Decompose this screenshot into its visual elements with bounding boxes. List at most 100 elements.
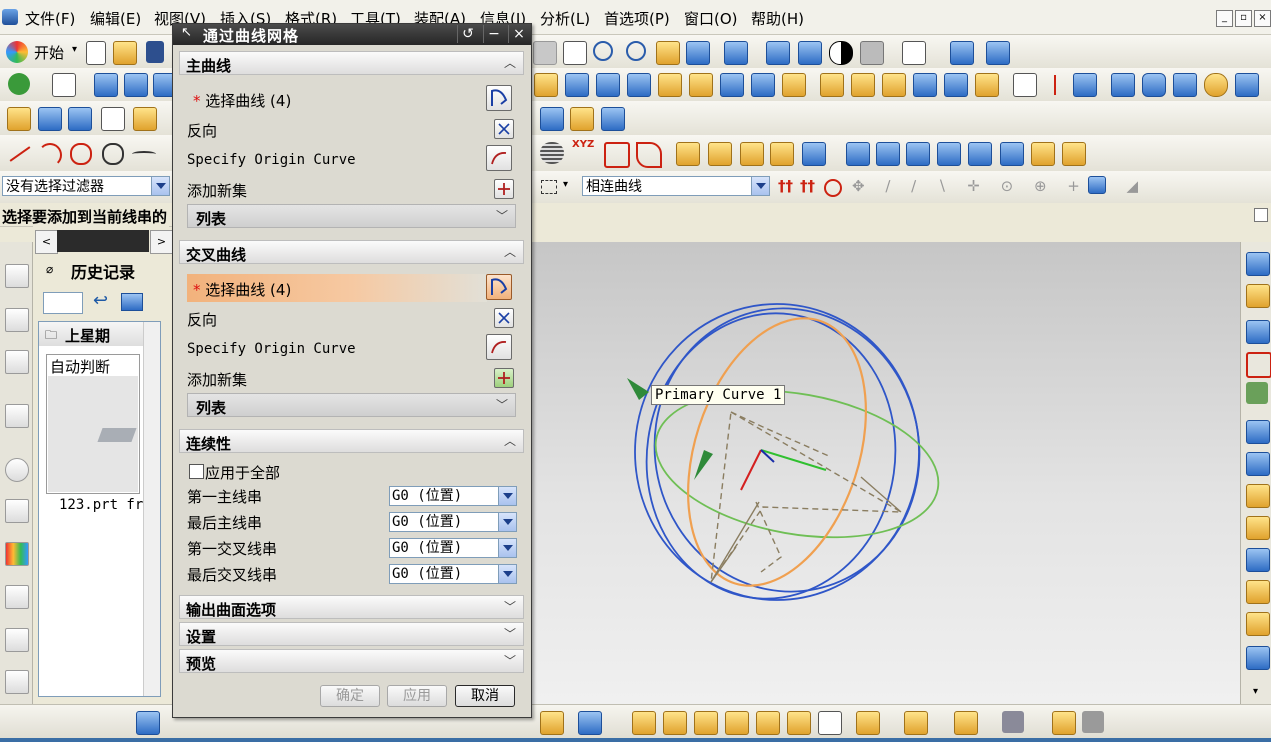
model-view[interactable] — [531, 242, 1240, 704]
zoom-window-icon[interactable] — [563, 41, 587, 65]
cube-icon[interactable] — [601, 107, 625, 131]
sketch-icon[interactable] — [52, 73, 76, 97]
history-scrollbar[interactable] — [143, 322, 160, 696]
dialog-titlebar[interactable]: ↖ 通过曲线网格 ↺ − × — [173, 24, 531, 45]
contrast-icon[interactable] — [829, 41, 853, 65]
rectangle-icon[interactable] — [1013, 73, 1037, 97]
add-new-set-icon[interactable] — [494, 368, 514, 388]
rotate-icon[interactable] — [626, 41, 646, 61]
pattern-icon[interactable] — [820, 73, 844, 97]
continuity-header[interactable]: 连续性 ︿ — [179, 429, 524, 453]
extension-icon[interactable] — [1246, 452, 1270, 476]
display-icon[interactable] — [38, 107, 62, 131]
section-icon[interactable] — [846, 142, 870, 166]
reflection-icon[interactable] — [756, 711, 780, 735]
color-box-icon[interactable] — [902, 41, 926, 65]
mirror-icon[interactable] — [851, 73, 875, 97]
examine-icon[interactable] — [818, 711, 842, 735]
stop-at-intersection-icon[interactable]: †† — [778, 177, 793, 195]
chevron-down-icon[interactable]: ▾ — [563, 179, 568, 190]
assembly-navigator-icon[interactable] — [5, 264, 29, 288]
point-icon[interactable] — [102, 143, 124, 165]
dialog-close-icon[interactable]: × — [508, 25, 529, 43]
chamfer-icon[interactable] — [689, 73, 713, 97]
scroll-right-icon[interactable]: > — [150, 230, 173, 254]
render-icon[interactable] — [1002, 711, 1024, 733]
datum-icon[interactable] — [94, 73, 118, 97]
component-icon[interactable] — [986, 41, 1010, 65]
menu-edit[interactable]: 编辑(E) — [90, 8, 141, 29]
save-icon[interactable] — [146, 41, 164, 63]
zoom-icon[interactable] — [593, 41, 613, 61]
silhouette-icon[interactable] — [906, 142, 930, 166]
hole-icon[interactable] — [534, 73, 558, 97]
primary-select-curve-row[interactable]: * 选择曲线 (4) — [187, 85, 487, 113]
trim-icon[interactable] — [782, 73, 806, 97]
patch-icon[interactable] — [1246, 580, 1270, 604]
xyz-icon[interactable]: XYZ — [572, 139, 594, 150]
first-primary-dropdown[interactable]: G0 (位置) — [389, 486, 517, 506]
section-analysis-icon[interactable] — [725, 711, 749, 735]
apply-button[interactable]: 应用 — [387, 685, 447, 707]
circle-icon[interactable] — [70, 143, 92, 165]
first-cross-dropdown[interactable]: G0 (位置) — [389, 538, 517, 558]
edit-object-icon[interactable] — [133, 107, 157, 131]
thicken-icon[interactable] — [975, 73, 999, 97]
web-browser-icon[interactable] — [5, 404, 29, 428]
explode-icon[interactable] — [954, 711, 978, 735]
follow-fillet-icon[interactable]: †† — [800, 177, 815, 195]
extend-icon[interactable] — [1000, 142, 1024, 166]
box-icon[interactable] — [1111, 73, 1135, 97]
cross-curves-header[interactable]: 交叉曲线 ︿ — [179, 240, 524, 264]
view-orient-icon[interactable] — [686, 41, 710, 65]
history-item[interactable]: 自动判断 — [46, 354, 140, 494]
type-filter-dropdown[interactable]: 没有选择过滤器 — [2, 176, 170, 196]
blend-icon[interactable] — [658, 73, 682, 97]
sew-icon[interactable] — [1246, 548, 1270, 572]
roles-user-icon[interactable] — [5, 628, 29, 652]
snap-icon[interactable] — [8, 73, 30, 95]
reverse-direction-icon[interactable] — [494, 308, 514, 328]
quilt-icon[interactable] — [1246, 612, 1270, 636]
offset-curve-icon[interactable] — [604, 142, 630, 168]
ok-button[interactable]: 确定 — [320, 685, 380, 707]
surface-tool-icon[interactable] — [1246, 252, 1270, 276]
trim-sheet-icon[interactable] — [1246, 516, 1270, 540]
open-folder-icon[interactable] — [113, 41, 137, 65]
stack-icon[interactable] — [570, 107, 594, 131]
cross-select-curve-row[interactable]: * 选择曲线 (4) — [187, 274, 487, 302]
block-icon[interactable] — [565, 73, 589, 97]
screen-icon[interactable] — [68, 107, 92, 131]
origin-curve-icon[interactable] — [486, 145, 512, 171]
menu-window[interactable]: 窗口(O) — [684, 8, 738, 29]
split-icon[interactable] — [937, 142, 961, 166]
feature-icon[interactable] — [1235, 73, 1259, 97]
drafting-icon[interactable] — [136, 711, 160, 735]
snap-cube-icon[interactable] — [1088, 176, 1106, 194]
apply-all-checkbox[interactable] — [189, 464, 204, 479]
wcs-icon[interactable] — [101, 107, 125, 131]
ruled-surface-icon[interactable] — [1246, 284, 1270, 308]
measure-angle-icon[interactable] — [578, 711, 602, 735]
helix-icon[interactable] — [540, 142, 564, 164]
cross-list-header[interactable]: 列表 ﹀ — [187, 393, 516, 417]
close-icon[interactable]: × — [1254, 10, 1271, 27]
combined-icon[interactable] — [802, 142, 826, 166]
primary-curves-header[interactable]: 主曲线 ︿ — [179, 51, 524, 75]
extract-icon[interactable] — [740, 142, 764, 166]
scene-icon[interactable] — [1082, 711, 1104, 733]
select-curve-active-icon[interactable] — [486, 274, 512, 300]
isoparm-icon[interactable] — [876, 142, 900, 166]
scroll-left-icon[interactable]: < — [35, 230, 58, 254]
cylinder-primitive-icon[interactable] — [1142, 73, 1166, 97]
pan-icon[interactable] — [656, 41, 680, 65]
assembly-icon[interactable] — [950, 41, 974, 65]
primary-curve-ring[interactable] — [628, 284, 945, 617]
history-view-dropdown[interactable] — [43, 292, 83, 314]
wireframe-icon[interactable] — [766, 41, 790, 65]
primary-curve-ring[interactable] — [628, 297, 913, 615]
new-file-icon[interactable] — [86, 41, 106, 65]
line-icon[interactable] — [9, 146, 31, 162]
analysis-icon[interactable] — [632, 711, 656, 735]
boolean-icon[interactable] — [751, 73, 775, 97]
